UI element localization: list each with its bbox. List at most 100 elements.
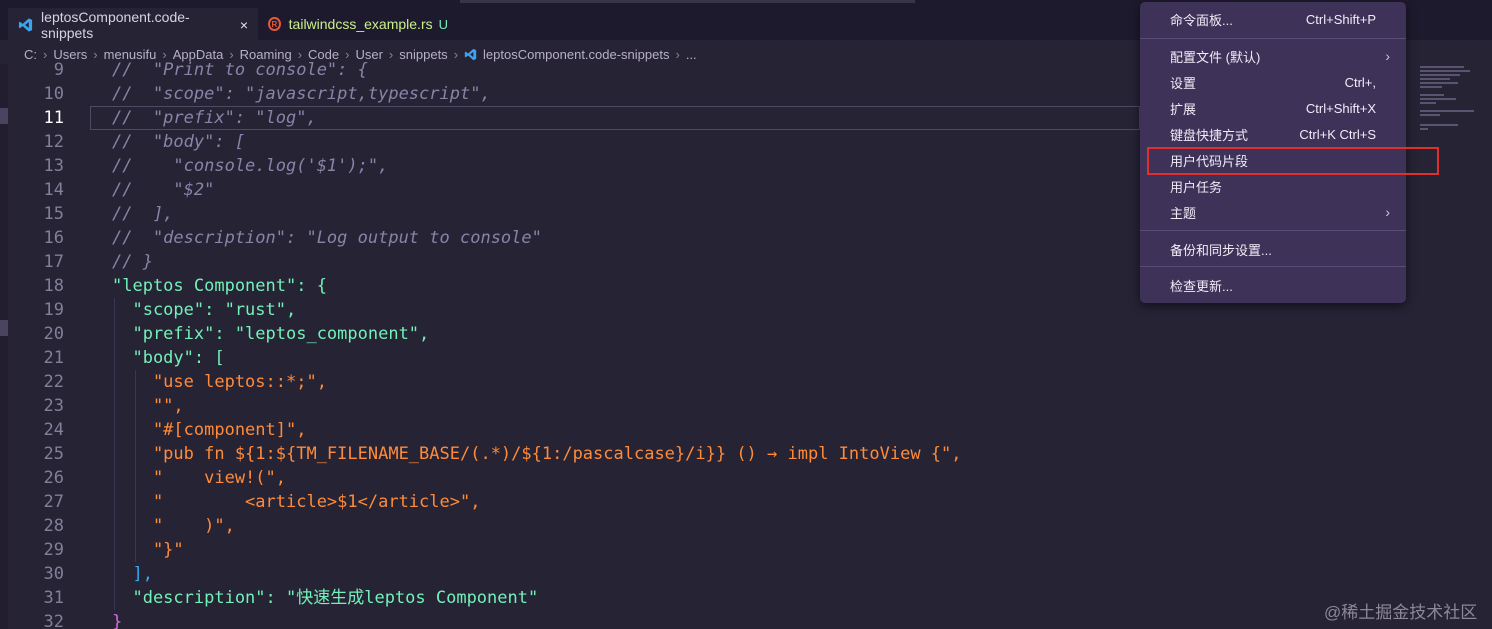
code-line: 21 "body": [	[0, 346, 1140, 370]
line-number: 9	[53, 60, 64, 80]
code-line: 9 // "Print to console": {	[0, 58, 1140, 82]
menu-item-shortcut: Ctrl+,	[1344, 74, 1376, 90]
minimap-line	[1420, 94, 1444, 96]
minimap-line	[1420, 110, 1474, 112]
line-number: 18	[43, 276, 64, 296]
menu-separator	[1140, 38, 1406, 39]
menu-item-check-updates[interactable]: 检查更新...	[1140, 272, 1406, 298]
code-text: " view!(",	[112, 468, 286, 488]
code-text: "body": [	[112, 348, 225, 368]
line-number: 31	[43, 588, 64, 608]
line-number: 14	[43, 180, 64, 200]
line-number: 10	[43, 84, 64, 104]
line-number: 11	[43, 108, 64, 128]
line-number: 23	[43, 396, 64, 416]
code-line: 18 "leptos Component": {	[0, 274, 1140, 298]
line-number: 17	[43, 252, 64, 272]
menu-item-label: 命令面板...	[1170, 12, 1233, 28]
code-text: // }	[112, 252, 153, 272]
menu-item-themes[interactable]: 主题 ›	[1140, 199, 1406, 225]
vscode-file-icon	[18, 17, 33, 32]
menu-item-user-tasks[interactable]: 用户任务	[1140, 173, 1406, 199]
current-code-line: 11 // "prefix": "log",	[44, 106, 1140, 130]
code-text: "pub fn ${1:${TM_FILENAME_BASE/(.*)/${1:…	[112, 444, 962, 464]
code-text: "leptos Component": {	[112, 276, 327, 296]
close-icon[interactable]: ×	[240, 17, 248, 33]
minimap-line	[1420, 78, 1450, 80]
minimap-line	[1420, 102, 1436, 104]
minimap-line	[1420, 82, 1458, 84]
menu-item-settings-sync[interactable]: 备份和同步设置...	[1140, 236, 1406, 262]
code-text: " )",	[112, 516, 235, 536]
menu-item-settings[interactable]: 设置 Ctrl+,	[1140, 69, 1406, 95]
line-number: 19	[43, 300, 64, 320]
menu-item-command-palette[interactable]: 命令面板... Ctrl+Shift+P	[1140, 6, 1406, 32]
code-line: 19 "scope": "rust",	[0, 298, 1140, 322]
menu-item-label: 键盘快捷方式	[1170, 127, 1249, 143]
code-line: 23 "",	[0, 394, 1140, 418]
line-number: 29	[43, 540, 64, 560]
code-line: 15 // ],	[0, 202, 1140, 226]
menu-item-label: 检查更新...	[1170, 278, 1233, 294]
line-number: 21	[43, 348, 64, 368]
menu-item-shortcut: Ctrl+Shift+P	[1305, 11, 1376, 27]
chevron-right-icon: ›	[1385, 48, 1390, 64]
code-line: 22 "use leptos::*;",	[0, 370, 1140, 394]
code-text: " <article>$1</article>",	[112, 492, 481, 512]
code-line: 27 " <article>$1</article>",	[0, 490, 1140, 514]
code-line: 32}	[0, 610, 1140, 629]
minimap-line	[1420, 128, 1428, 130]
code-text: // "$2"	[112, 180, 215, 200]
line-number: 15	[43, 204, 64, 224]
minimap[interactable]	[1420, 66, 1476, 136]
line-number: 30	[43, 564, 64, 584]
code-line: 10 // "scope": "javascript,typescript",	[0, 82, 1140, 106]
line-number: 16	[43, 228, 64, 248]
minimap-line	[1420, 98, 1456, 100]
code-text: // ],	[112, 204, 174, 224]
code-line: 20 "prefix": "leptos_component",	[0, 322, 1140, 346]
code-line: 13 // "console.log('$1');",	[0, 154, 1140, 178]
code-text: // "scope": "javascript,typescript",	[112, 84, 491, 104]
line-number: 22	[43, 372, 64, 392]
menu-item-label: 用户任务	[1170, 179, 1223, 195]
chevron-right-icon: ›	[1385, 204, 1390, 220]
code-editor[interactable]: 9 // "Print to console": { 10 // "scope": …	[0, 58, 1140, 629]
code-line: 14 // "$2"	[0, 178, 1140, 202]
minimap-line	[1420, 86, 1442, 88]
line-number: 13	[43, 156, 64, 176]
code-text: "use leptos::*;",	[112, 372, 327, 392]
code-text: ],	[112, 564, 153, 584]
code-text: // "body": [	[112, 132, 246, 152]
tab-rust-file[interactable]: R tailwindcss_example.rs U	[258, 8, 458, 40]
code-text: "",	[112, 396, 184, 416]
code-text: "scope": "rust",	[112, 300, 297, 320]
code-text: "#[component]",	[112, 420, 307, 440]
code-line: 12 // "body": [	[0, 130, 1140, 154]
untracked-badge: U	[438, 16, 448, 32]
tab-label: leptosComponent.code-snippets	[41, 8, 190, 41]
tab-snippets-file[interactable]: leptosComponent.code-snippets ×	[8, 8, 258, 41]
tab-label: tailwindcss_example.rs	[288, 16, 433, 32]
menu-item-label: 配置文件 (默认)	[1170, 49, 1261, 65]
code-text: "}"	[112, 540, 184, 560]
highlight-annotation-box	[1147, 147, 1439, 175]
code-text: // "prefix": "log",	[112, 108, 317, 128]
watermark: @稀土掘金技术社区	[1324, 603, 1478, 622]
code-line: 24 "#[component]",	[0, 418, 1140, 442]
code-line: 31 "description": "快速生成leptos Component"	[0, 586, 1140, 610]
menu-item-extensions[interactable]: 扩展 Ctrl+Shift+X	[1140, 95, 1406, 121]
minimap-line	[1420, 114, 1440, 116]
line-number: 12	[43, 132, 64, 152]
minimap-line	[1420, 66, 1464, 68]
code-text: // "description": "Log output to console…	[112, 228, 542, 248]
menu-item-keyboard-shortcuts[interactable]: 键盘快捷方式 Ctrl+K Ctrl+S	[1140, 121, 1406, 147]
code-line: 17 // }	[0, 250, 1140, 274]
code-text: // "console.log('$1');",	[112, 156, 389, 176]
line-number: 26	[43, 468, 64, 488]
line-number: 24	[43, 420, 64, 440]
title-bar-remnant	[460, 0, 915, 3]
code-line: 28 " )",	[0, 514, 1140, 538]
menu-item-profiles[interactable]: 配置文件 (默认) ›	[1140, 43, 1406, 69]
code-line: 26 " view!(",	[0, 466, 1140, 490]
